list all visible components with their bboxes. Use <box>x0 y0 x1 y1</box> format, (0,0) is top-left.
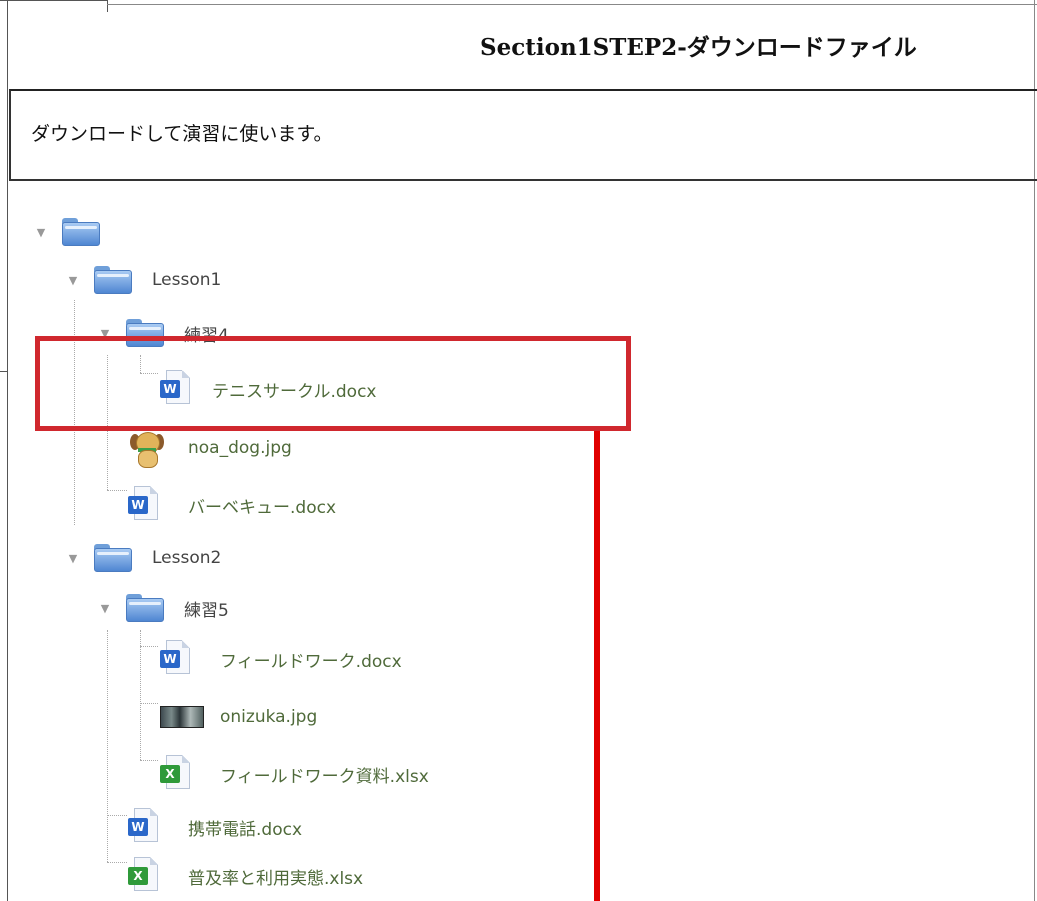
annotation-line <box>594 431 600 901</box>
collapse-toggle-icon[interactable]: ▼ <box>98 602 112 615</box>
dog-image-icon <box>126 428 166 468</box>
tree-folder-practice5[interactable]: ▼ 練習5 <box>98 594 229 622</box>
folder-label: Lesson1 <box>152 270 222 290</box>
collapse-toggle-icon[interactable]: ▼ <box>66 552 80 565</box>
frame-line-top-divider <box>107 0 108 12</box>
file-usage-xlsx[interactable]: X 普及率と利用実態.xlsx <box>126 857 363 895</box>
word-document-icon: W <box>158 640 192 678</box>
file-noa-dog[interactable]: noa_dog.jpg <box>126 428 292 468</box>
file-link[interactable]: バーベキュー.docx <box>188 493 336 518</box>
description-text: ダウンロードして演習に使います。 <box>31 123 333 145</box>
description-box: ダウンロードして演習に使います。 <box>9 89 1037 181</box>
file-fieldwork-xlsx[interactable]: X フィールドワーク資料.xlsx <box>158 755 429 793</box>
file-mobile-phone[interactable]: W 携帯電話.docx <box>126 808 302 846</box>
tree-connector <box>140 703 158 704</box>
file-link[interactable]: onizuka.jpg <box>220 707 317 727</box>
folder-label: 練習5 <box>184 600 229 621</box>
folder-icon <box>126 594 164 622</box>
file-link[interactable]: フィールドワーク資料.xlsx <box>220 762 429 787</box>
folder-icon <box>94 544 132 572</box>
frame-line-side <box>0 371 8 372</box>
highlight-annotation-box <box>35 336 631 431</box>
tree-folder-lesson1[interactable]: ▼ Lesson1 <box>66 266 221 294</box>
folder-icon <box>94 266 132 294</box>
collapse-toggle-icon[interactable]: ▼ <box>66 274 80 287</box>
excel-spreadsheet-icon: X <box>126 857 160 895</box>
file-onizuka[interactable]: onizuka.jpg <box>160 706 317 728</box>
tree-connector <box>107 490 127 491</box>
tree-root-folder[interactable]: ▼ <box>34 218 120 246</box>
folder-label: Lesson2 <box>152 548 222 568</box>
frame-line-left <box>7 0 8 901</box>
file-barbecue[interactable]: W バーベキュー.docx <box>126 486 336 524</box>
file-fieldwork-docx[interactable]: W フィールドワーク.docx <box>158 640 402 678</box>
tree-connector <box>107 815 127 816</box>
file-link[interactable]: 普及率と利用実態.xlsx <box>188 864 363 889</box>
frame-line-top <box>0 0 107 1</box>
excel-spreadsheet-icon: X <box>158 755 192 793</box>
tree-connector <box>140 760 158 761</box>
page-title: Section1STEP2-ダウンロードファイル <box>480 34 917 61</box>
collapse-toggle-icon[interactable]: ▼ <box>34 226 48 239</box>
folder-icon <box>62 218 100 246</box>
frame-line-title <box>107 4 1037 5</box>
photo-thumbnail-icon <box>160 706 204 728</box>
tree-connector <box>107 630 108 862</box>
word-document-icon: W <box>126 486 160 524</box>
file-link[interactable]: noa_dog.jpg <box>188 438 292 458</box>
file-link[interactable]: 携帯電話.docx <box>188 815 302 840</box>
tree-connector <box>140 646 158 647</box>
file-link[interactable]: フィールドワーク.docx <box>220 647 402 672</box>
word-document-icon: W <box>126 808 160 846</box>
tree-folder-lesson2[interactable]: ▼ Lesson2 <box>66 544 221 572</box>
tree-connector <box>140 630 141 760</box>
tree-connector <box>107 862 127 863</box>
